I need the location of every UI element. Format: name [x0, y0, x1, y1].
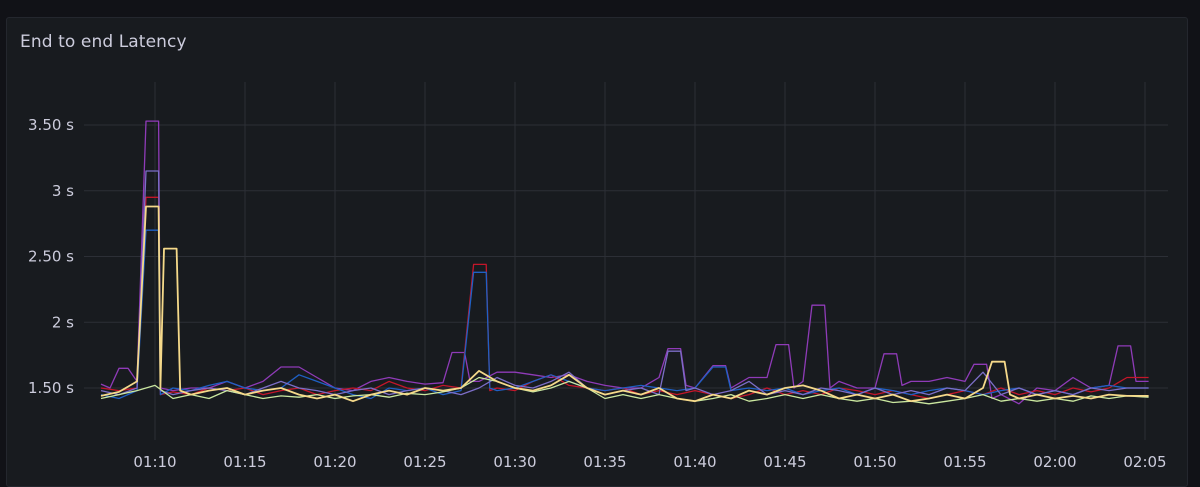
y-tick-label: 1.50 s: [28, 379, 74, 397]
series-line-6: [100, 205, 1149, 403]
x-tick-label: 01:10: [133, 453, 176, 470]
y-tick-label: 2.50 s: [28, 248, 74, 266]
x-tick-label: 01:40: [673, 453, 716, 470]
y-tick-label: 3 s: [52, 182, 74, 200]
x-tick-label: 01:45: [763, 453, 806, 470]
series-line-2: [100, 196, 1149, 400]
chart-grid: [84, 82, 1168, 440]
x-tick-label: 01:50: [853, 453, 896, 470]
x-tick-label: 01:15: [223, 453, 266, 470]
latency-chart: 1.50 s 2 s 2.50 s 3 s 3.50 s 01:10 01:15 01:20…: [28, 82, 1168, 470]
x-axis-labels: 01:10 01:15 01:20 01:25 01:30 01:35 01:40 01:45…: [133, 453, 1166, 470]
x-tick-label: 02:05: [1123, 453, 1166, 470]
x-tick-label: 01:35: [583, 453, 626, 470]
chart-series: [100, 120, 1149, 405]
y-tick-label: 2 s: [52, 313, 74, 331]
x-tick-label: 01:25: [403, 453, 446, 470]
x-tick-label: 01:20: [313, 453, 356, 470]
x-tick-label: 02:00: [1033, 453, 1076, 470]
y-axis-labels: 1.50 s 2 s 2.50 s 3 s 3.50 s: [28, 116, 74, 397]
x-tick-label: 01:55: [943, 453, 986, 470]
series-line-3: [100, 229, 1149, 400]
x-tick-label: 01:30: [493, 453, 536, 470]
y-tick-label: 3.50 s: [28, 116, 74, 134]
